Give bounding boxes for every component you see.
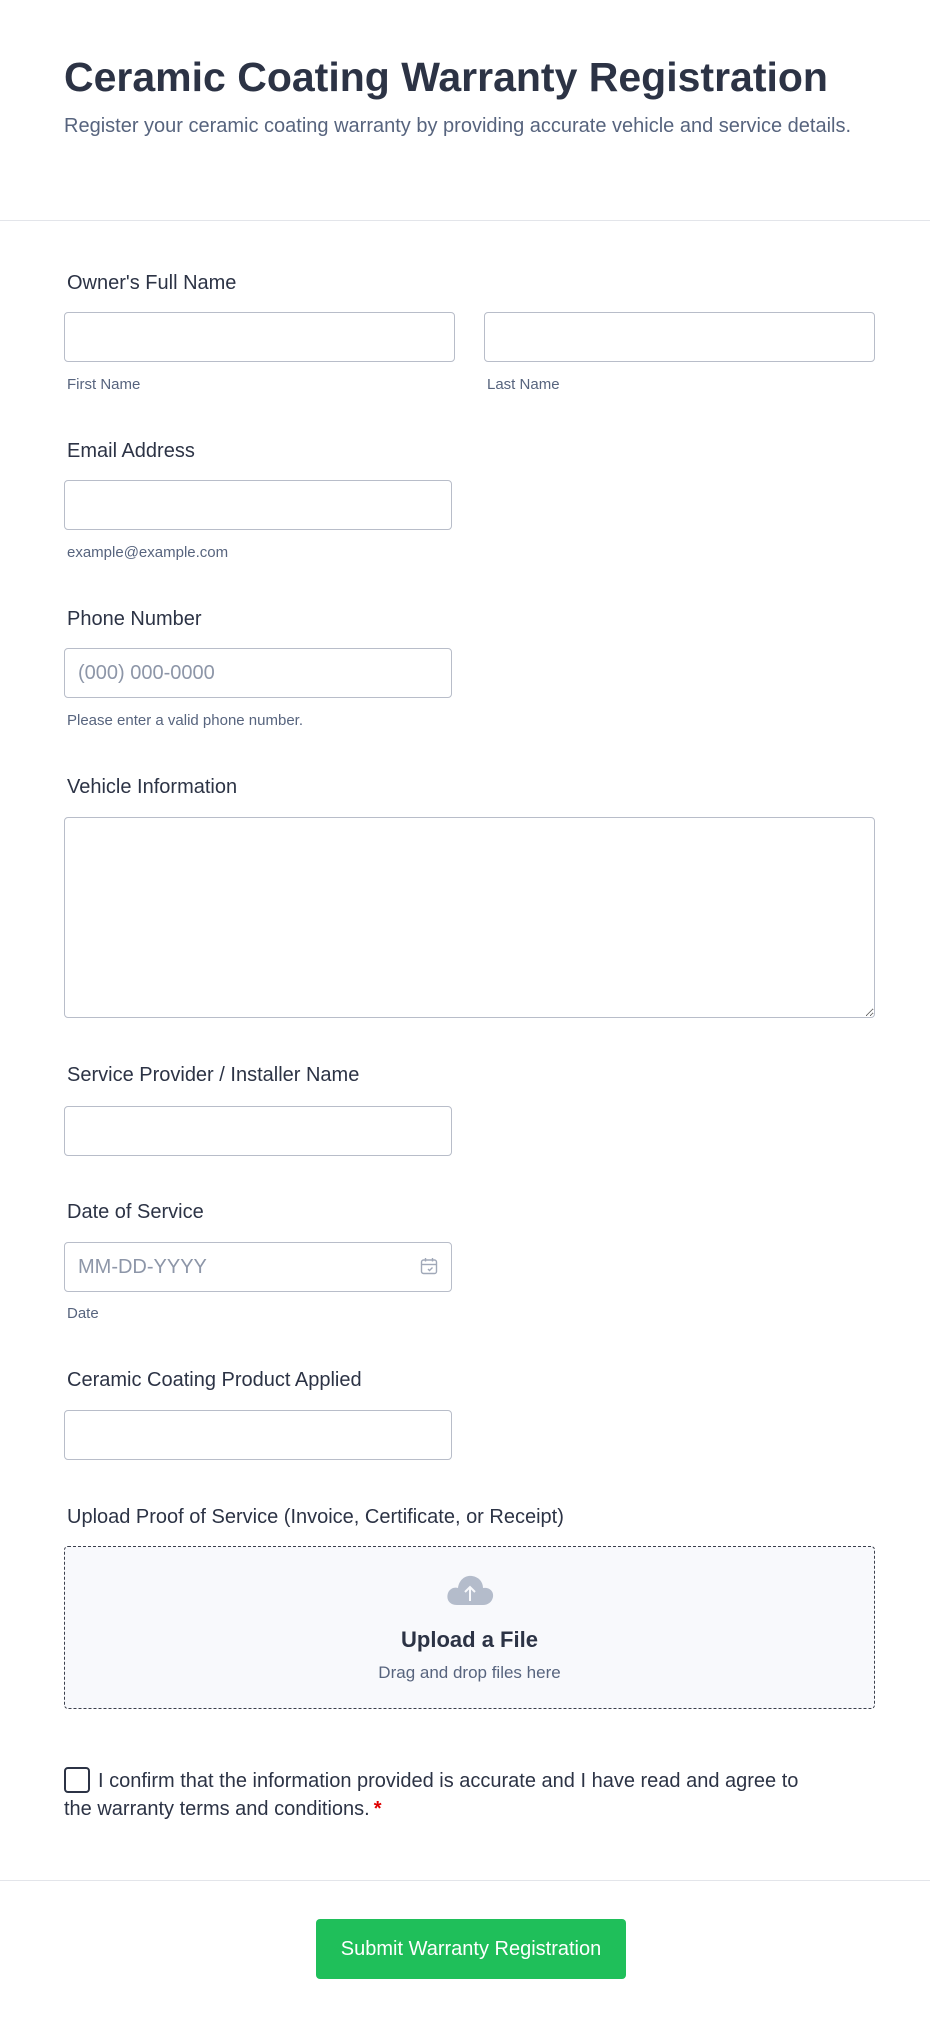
email-sublabel: example@example.com (67, 544, 229, 561)
phone-sublabel: Please enter a valid phone number. (67, 712, 303, 729)
first-name-input[interactable] (64, 312, 455, 362)
service-date-input[interactable] (64, 1242, 452, 1292)
submit-button[interactable]: Submit Warranty Registration (316, 1919, 626, 1979)
owner-name-label: Owner's Full Name (67, 272, 237, 294)
service-date-label: Date of Service (67, 1201, 204, 1223)
form-header: Ceramic Coating Warranty Registration Re… (0, 0, 930, 221)
required-mark: * (373, 1798, 382, 1820)
email-label: Email Address (67, 440, 195, 462)
service-date-sublabel: Date (67, 1305, 99, 1322)
page-subtitle: Register your ceramic coating warranty b… (64, 115, 852, 137)
upload-subtitle: Drag and drop files here (378, 1663, 561, 1682)
consent-text: I confirm that the information provided … (64, 1770, 799, 1820)
vehicle-textarea[interactable] (64, 817, 875, 1018)
phone-label: Phone Number (67, 608, 202, 630)
phone-field: Phone Number (64, 606, 202, 632)
product-label: Ceramic Coating Product Applied (67, 1369, 362, 1391)
footer-divider (0, 1880, 930, 1881)
last-name-input[interactable] (484, 312, 875, 362)
file-upload-dropzone[interactable]: Upload a File Drag and drop files here (64, 1546, 875, 1709)
vehicle-field: Vehicle Information (64, 774, 237, 800)
phone-input[interactable] (64, 648, 452, 698)
consent-checkbox[interactable] (64, 1767, 90, 1793)
email-input[interactable] (64, 480, 452, 530)
calendar-icon[interactable] (420, 1257, 438, 1275)
owner-name-field: Owner's Full Name (64, 270, 236, 296)
upload-field: Upload Proof of Service (Invoice, Certif… (64, 1504, 564, 1530)
installer-label: Service Provider / Installer Name (67, 1064, 360, 1086)
service-date-field: Date of Service (64, 1199, 204, 1225)
email-field: Email Address (64, 438, 195, 464)
first-name-sublabel: First Name (67, 376, 141, 393)
form-page: Ceramic Coating Warranty Registration Re… (0, 0, 930, 2027)
product-field: Ceramic Coating Product Applied (64, 1367, 362, 1393)
upload-label: Upload Proof of Service (Invoice, Certif… (67, 1506, 564, 1528)
vehicle-label: Vehicle Information (67, 776, 238, 798)
product-input[interactable] (64, 1410, 452, 1460)
last-name-sublabel: Last Name (487, 376, 560, 393)
cloud-upload-icon (446, 1575, 493, 1605)
consent-row: I confirm that the information provided … (64, 1767, 804, 1823)
upload-title: Upload a File (401, 1627, 538, 1652)
installer-field: Service Provider / Installer Name (64, 1062, 359, 1088)
page-title: Ceramic Coating Warranty Registration (64, 54, 828, 100)
installer-input[interactable] (64, 1106, 452, 1156)
date-input-wrapper (64, 1242, 452, 1292)
